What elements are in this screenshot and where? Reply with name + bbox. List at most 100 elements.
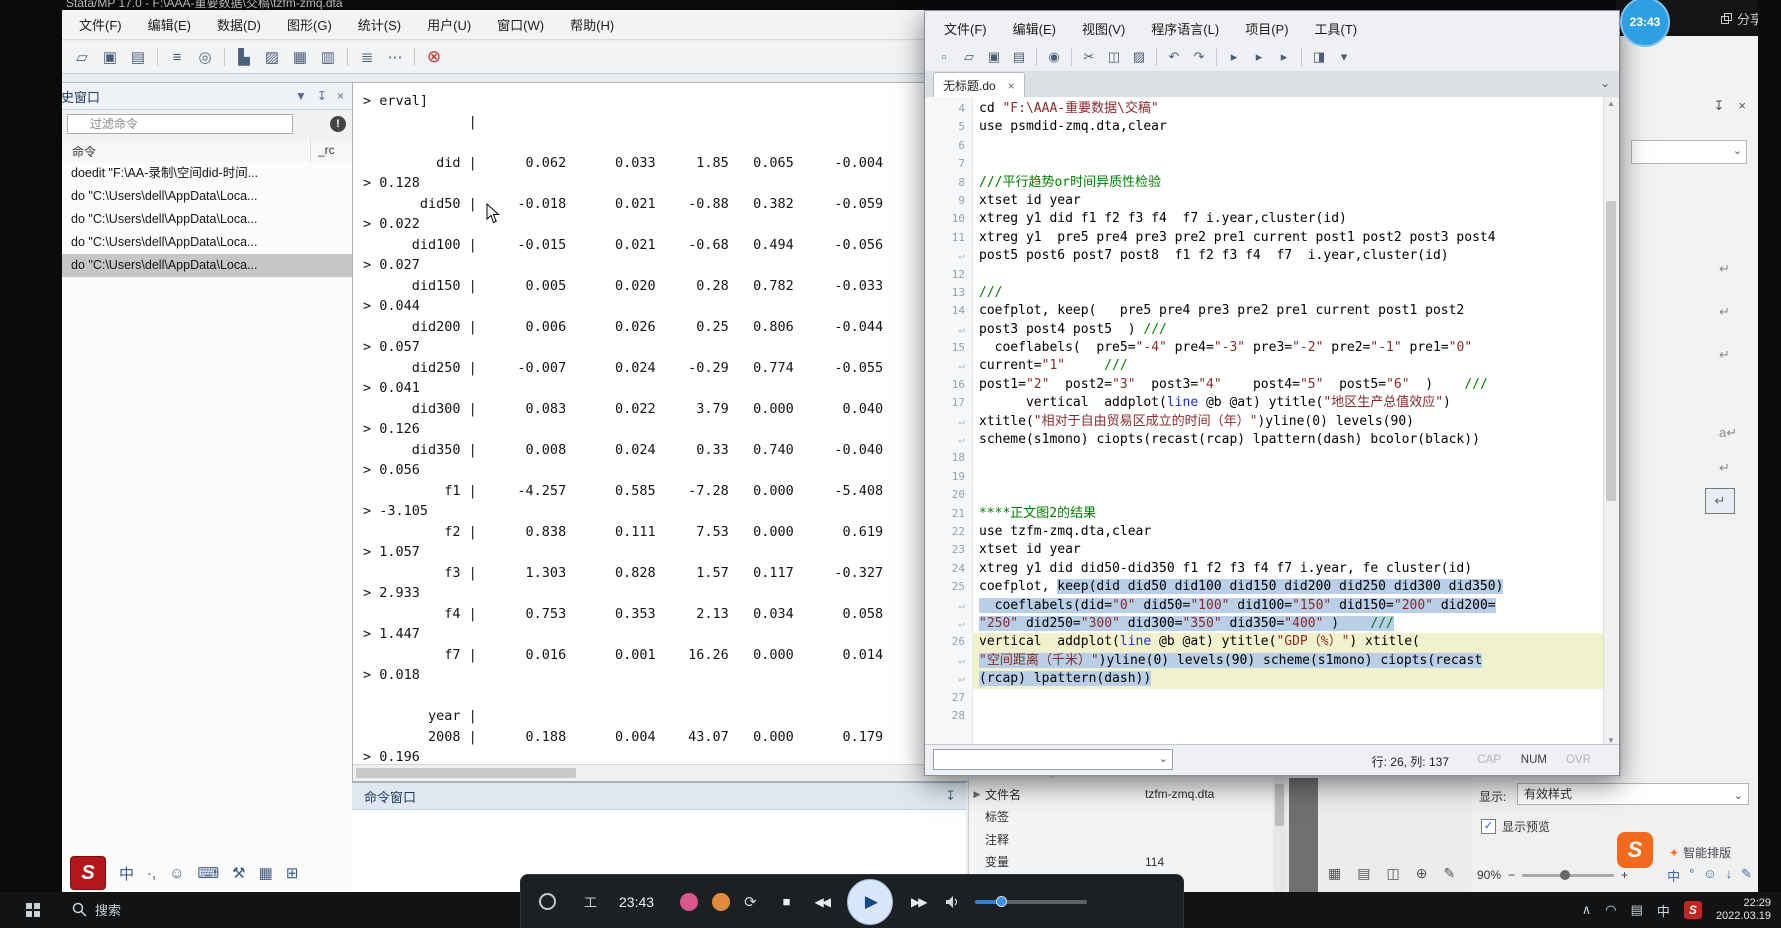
tray-icon-3[interactable]: 中 [1657,901,1670,920]
history-item[interactable]: do "C:\Users\dell\AppData\Loca... [62,208,352,231]
save-icon[interactable]: ▣ [983,46,1005,68]
record-icon[interactable] [539,893,556,910]
stata-menu-item-1[interactable]: 编辑(E) [135,15,204,34]
history-item[interactable]: do "C:\Users\dell\AppData\Loca... [62,231,352,254]
editor-menu-item-0[interactable]: 文件(F) [931,19,1000,38]
view-mode-icon-2[interactable]: ◫ [1386,865,1399,882]
log-icon[interactable]: ≡ [165,45,189,69]
editor-menu-item-5[interactable]: 工具(T) [1302,19,1371,38]
data-editor-icon[interactable]: ▦ [288,45,312,69]
save-icon[interactable]: ▣ [98,45,122,69]
fast-forward-button[interactable]: ▶▶ [911,895,925,909]
scrollbar-thumb[interactable] [356,768,576,778]
ime-icon-1[interactable]: ·, [147,865,156,882]
wps-tool-icon-4[interactable]: ✎ [1741,866,1752,885]
open-icon[interactable]: ▱ [958,46,980,68]
taskbar-search[interactable]: 搜索 [72,900,121,919]
graph-icon[interactable]: ▙ [232,45,256,69]
new-icon[interactable]: ▫ [933,46,955,68]
view-mode-icon-4[interactable]: ✎ [1443,865,1455,882]
start-button[interactable] [26,903,40,917]
view-mode-icon-0[interactable]: ▦ [1328,865,1341,882]
smart-typeset-button[interactable]: ✦ 智能排版 [1669,844,1731,861]
ime-icon-3[interactable]: ⌨ [198,864,220,882]
cut-icon[interactable]: ✂ [1078,46,1100,68]
editor-menu-item-2[interactable]: 视图(V) [1069,19,1138,38]
volume-icon[interactable] [945,895,961,909]
editor-menu-item-3[interactable]: 程序语言(L) [1138,19,1232,38]
view-mode-icon-3[interactable]: ⊕ [1416,865,1428,882]
scroll-up-icon[interactable]: ▲ [1604,99,1618,108]
print-icon[interactable]: ▤ [1008,46,1030,68]
zoom-in-button[interactable]: + [1621,868,1628,882]
break-icon[interactable]: ⊗ [422,45,446,69]
wps-tool-icon-3[interactable]: ↓ [1726,866,1733,885]
wps-logo[interactable]: S [1617,832,1653,868]
paste-icon[interactable]: ▨ [1128,46,1150,68]
undo-icon[interactable]: ↶ [1163,46,1185,68]
print-icon[interactable]: ▤ [126,45,150,69]
run-quietly-icon[interactable]: ▸ [1273,46,1295,68]
volume-slider-knob[interactable] [996,896,1007,907]
more-tools-icon[interactable]: ▾ [1333,46,1355,68]
zoom-out-button[interactable]: − [1508,868,1515,882]
stata-menu-item-4[interactable]: 统计(S) [345,15,414,34]
tab-close-icon[interactable]: × [1008,79,1015,93]
refresh-icon[interactable]: ⟳ [744,893,757,911]
stata-menu-item-7[interactable]: 帮助(H) [557,15,627,34]
tray-icon-2[interactable]: ▤ [1631,902,1643,918]
style-dropdown[interactable]: 有效样式 ⌄ [1517,783,1749,805]
filter-icon[interactable]: ▼ [295,89,307,103]
history-filter-input[interactable] [67,114,293,134]
viewer-icon[interactable]: ◎ [193,45,217,69]
tab-untitled-do[interactable]: 无标题.do × [933,72,1025,98]
tab-list-dropdown-icon[interactable]: ⌄ [1600,76,1610,90]
open-icon[interactable]: ▱ [70,45,94,69]
redo-icon[interactable]: ↷ [1188,46,1210,68]
alert-icon[interactable]: ! [330,116,346,132]
more-icon[interactable]: ⋯ [383,45,407,69]
tray-icon-0[interactable]: ∧ [1582,902,1592,918]
ime-icon-6[interactable]: ⊞ [286,864,299,882]
run-icon[interactable]: ▸ [1223,46,1245,68]
properties-scrollbar[interactable] [1273,778,1286,892]
wps-tool-icon-0[interactable]: 中 [1667,866,1680,885]
browser-icon[interactable] [712,893,730,911]
stata-logo[interactable]: S [70,856,106,890]
editor-vscrollbar[interactable]: ▲ ▼ [1603,97,1618,747]
taskbar-clock[interactable]: 22:29 2022.03.19 [1716,897,1771,923]
preview-checkbox[interactable]: ✓ [1481,819,1496,834]
rewind-button[interactable]: ◀◀ [815,895,829,909]
scrollbar-thumb[interactable] [1275,784,1284,826]
ime-icon-4[interactable]: ⚒ [232,864,245,882]
tool-icon[interactable]: 工 [584,892,597,911]
expand-icon[interactable]: ▶ [969,789,985,800]
tray-stata-icon[interactable]: S [1684,901,1702,919]
zoom-slider[interactable] [1522,874,1614,877]
stop-button[interactable]: ■ [783,894,791,909]
scrollbar-thumb[interactable] [1606,201,1616,501]
panel-pin-icon[interactable]: ↧ [1714,98,1725,114]
stata-menu-item-5[interactable]: 用户(U) [414,15,484,34]
history-item[interactable]: doedit "F:\AA-录制\空间did-时间... [62,162,352,185]
data-icon[interactable]: ◨ [1308,46,1330,68]
zoom-slider-knob[interactable] [1560,870,1570,880]
stata-menu-item-6[interactable]: 窗口(W) [484,15,557,34]
pin-icon[interactable]: ↧ [317,89,327,103]
editor-menu-item-1[interactable]: 编辑(E) [1000,19,1069,38]
editor-menu-item-4[interactable]: 项目(P) [1232,19,1301,38]
history-item[interactable]: do "C:\Users\dell\AppData\Loca... [62,185,352,208]
share-button[interactable]: 分享 [1721,9,1763,28]
ime-icon-5[interactable]: ▦ [259,864,273,882]
qq-icon[interactable] [680,893,698,911]
close-icon[interactable]: × [337,89,344,103]
wps-side-dropdown[interactable]: ⌄ [1631,140,1747,164]
stata-menu-item-2[interactable]: 数据(D) [204,15,274,34]
stata-menu-item-3[interactable]: 图形(G) [274,15,345,34]
ime-icon-2[interactable]: ☺ [169,865,184,882]
wps-tool-icon-1[interactable]: ° [1689,866,1694,885]
do-icon[interactable]: ▸ [1248,46,1270,68]
wps-tool-icon-2[interactable]: ☺ [1703,866,1716,885]
play-button[interactable]: ▶ [847,879,893,925]
pin-icon[interactable]: ↧ [945,788,956,804]
